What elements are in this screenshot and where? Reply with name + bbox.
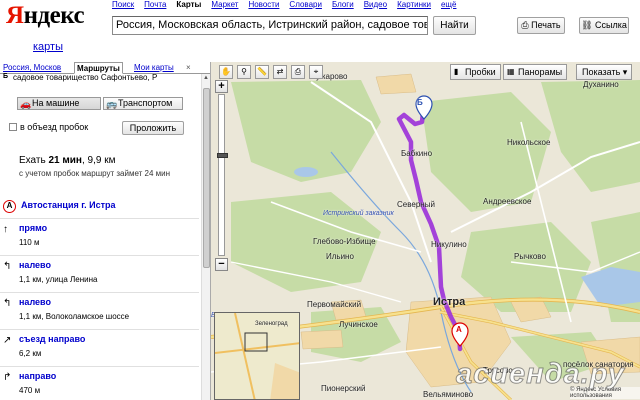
route-start[interactable]: A Автостанция г. Истра [3, 199, 199, 213]
hand-tool-icon[interactable]: ✋ [219, 65, 233, 79]
route-summary: Ехать 21 мин, 9,9 км [19, 155, 116, 166]
zoom-slider-knob[interactable] [217, 153, 228, 158]
ruler-tool-icon[interactable]: 📏 [255, 65, 269, 79]
map-toolbar: ✋ ⚲ 📏 ⇄ ⎙ ⌖ ▮ Пробки ▦ Панорамы Показать ▾ [211, 62, 640, 80]
route-summary-traffic: с учетом пробок маршрут займет 24 мин [19, 169, 171, 178]
route-step-detail: 1,1 км, улица Ленина [19, 275, 98, 284]
header: Яндекс карты Поиск Почта Карты Маркет Новост… [0, 0, 640, 53]
overview-minimap[interactable]: Зеленоград [214, 312, 300, 400]
magnifier-tool-icon[interactable]: ⚲ [237, 65, 251, 79]
zoom-out-button[interactable]: − [215, 258, 228, 271]
map-label: Северный [397, 200, 435, 209]
sidebar-scrollbar[interactable]: ▲ [201, 74, 210, 400]
turn-left-icon: ↰ [3, 261, 12, 272]
link-icon: ⛓ [581, 20, 596, 30]
map-label: Никулино [431, 240, 467, 249]
panoramas-button[interactable]: ▦ Панорамы [503, 64, 568, 80]
map-label: Истринский заказник [323, 210, 394, 217]
route-step-detail: 1,1 км, Волоколамское шоссе [19, 312, 130, 321]
show-layers-button[interactable]: Показать ▾ [576, 64, 633, 80]
scrollbar-thumb[interactable] [203, 88, 210, 268]
service-link-9[interactable]: ещё [441, 0, 456, 10]
map-label: Первомайский [307, 300, 362, 309]
service-link-6[interactable]: Блоги [332, 0, 354, 10]
start-label[interactable]: Автостанция г. Истра [21, 200, 116, 210]
exit-right-icon: ↗ [3, 335, 12, 346]
services-nav: Поиск Почта Карты Маркет Новости Словари Блоги… [112, 0, 456, 10]
service-link-3[interactable]: Маркет [211, 0, 238, 10]
tabs-close-icon[interactable]: × [186, 62, 191, 74]
panorama-icon: ▦ [507, 67, 515, 76]
map-label: Лучинское [339, 320, 378, 329]
shapes-tool-icon[interactable]: ⌖ [309, 65, 323, 79]
map-label: Бабкино [401, 149, 433, 158]
mode-car-button[interactable]: 🚗 На машине [17, 97, 101, 110]
search-input[interactable]: Россия, Московская область, Истринский р… [112, 16, 428, 35]
route-step[interactable]: ↑ прямо 110 м [0, 218, 199, 254]
bus-icon: 🚌 [106, 99, 118, 109]
map-label: Андреевское [483, 197, 532, 206]
service-link-4[interactable]: Новости [248, 0, 279, 10]
print-tool-icon[interactable]: ⎙ [291, 65, 305, 79]
route-step-action[interactable]: съезд направо [19, 334, 85, 344]
map-label: Духанино [583, 80, 619, 89]
map-label: Истра [433, 296, 466, 308]
route-step[interactable]: ↰ налево 1,1 км, Волоколамское шоссе [0, 292, 199, 328]
map-label: Пионерский [321, 384, 366, 393]
dest-marker-label: Б [3, 73, 9, 80]
traffic-light-icon: ▮ [454, 67, 459, 76]
service-link-7[interactable]: Видео [364, 0, 387, 10]
car-icon: 🚗 [20, 99, 32, 109]
straight-arrow-icon: ↑ [3, 224, 8, 235]
route-step-action[interactable]: налево [19, 260, 51, 270]
turn-right-icon: ↱ [3, 372, 12, 383]
route-step-action[interactable]: налево [19, 297, 51, 307]
marker-b-label: Б [417, 98, 423, 107]
service-link-1[interactable]: Почта [144, 0, 166, 10]
zoom-control: + − [215, 80, 228, 272]
traffic-button[interactable]: ▮ Пробки [450, 64, 501, 80]
scroll-up-icon[interactable]: ▲ [203, 75, 209, 81]
route-step-action[interactable]: прямо [19, 223, 47, 233]
destination-field[interactable]: садовое товарищество Сафонтьево, Р [13, 73, 157, 82]
maps-link[interactable]: карты [33, 41, 63, 53]
map-label: Никольское [507, 138, 551, 147]
printer-icon: ⎙ [521, 20, 532, 30]
build-route-button[interactable]: Проложить [122, 121, 184, 135]
link-button[interactable]: ⛓ Ссылка [579, 17, 629, 34]
route-step-action[interactable]: направо [19, 371, 56, 381]
route-step[interactable]: ↰ налево 1,1 км, улица Ленина [0, 255, 199, 291]
start-marker-icon: A [3, 200, 16, 213]
route-step-detail: 110 м [19, 238, 40, 247]
map-label: Глебово-Избище [313, 237, 376, 246]
watermark-text: асиенда.ру [456, 358, 625, 391]
service-link-0[interactable]: Поиск [112, 0, 134, 10]
route-panel: Россия, Москов Маршруты Мои карты × Б са… [0, 62, 211, 400]
map-canvas[interactable]: Б А Бужарово Духанино Бабкино Никольское Анд… [211, 62, 640, 400]
service-link-2[interactable]: Карты [176, 0, 201, 10]
map-label: Вельяминово [423, 390, 474, 399]
print-button[interactable]: ⎙ Печать [517, 17, 565, 34]
service-link-5[interactable]: Словари [289, 0, 322, 10]
route-tool-icon[interactable]: ⇄ [273, 65, 287, 79]
turn-left-icon: ↰ [3, 298, 12, 309]
map-label: Ильино [326, 252, 354, 261]
minimap-label: Зеленоград [255, 321, 288, 327]
avoid-traffic-option[interactable]: в объезд пробок [9, 122, 88, 132]
route-step[interactable]: ↱ направо 470 м [0, 366, 199, 400]
map-label: Рычково [514, 252, 546, 261]
chevron-down-icon: ▾ [622, 67, 628, 77]
route-step-detail: 6,2 км [19, 349, 42, 358]
yandex-logo[interactable]: Яндекс [6, 3, 85, 28]
find-button[interactable]: Найти [433, 16, 476, 35]
avoid-traffic-checkbox[interactable] [9, 123, 17, 131]
zoom-in-button[interactable]: + [215, 80, 228, 93]
zoom-slider[interactable] [217, 94, 228, 256]
route-step-detail: 470 м [19, 386, 41, 395]
mode-transit-button[interactable]: 🚌 Транспортом [103, 97, 183, 110]
marker-a-label: А [456, 325, 462, 334]
route-step[interactable]: ↗ съезд направо 6,2 км [0, 329, 199, 365]
service-link-8[interactable]: Картинки [397, 0, 431, 10]
